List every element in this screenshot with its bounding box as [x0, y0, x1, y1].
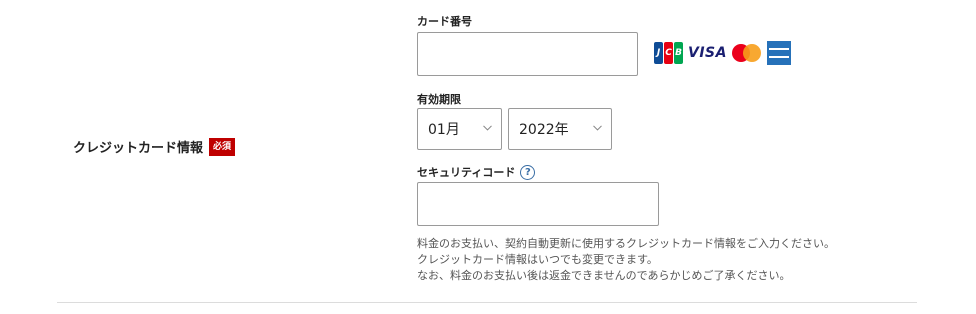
card-number-label-text: カード番号 — [417, 15, 472, 28]
section-label: クレジットカード情報 — [73, 141, 204, 156]
expiry-year-select[interactable]: 2022年 — [508, 108, 612, 150]
security-code-input[interactable] — [417, 182, 659, 226]
required-badge: 必須 — [209, 137, 236, 156]
jcb-letter-j: J — [654, 42, 663, 64]
jcb-logo-icon: J C B — [654, 42, 683, 64]
credit-card-form-row: クレジットカード情報 必須 カード番号 J C B VISA 有効期限 01月 … — [0, 0, 976, 314]
chevron-down-icon — [483, 125, 492, 131]
jcb-letter-b: B — [674, 42, 683, 64]
jcb-letter-c: C — [664, 42, 673, 64]
expiry-year-value: 2022年 — [519, 122, 569, 138]
card-number-input[interactable] — [417, 32, 638, 76]
security-code-label: セキュリティコード ? — [417, 164, 536, 180]
row-label: クレジットカード情報 必須 — [73, 137, 236, 156]
payment-note-line: なお、料金のお支払い後は返金できませんのであらかじめご了承ください。 — [417, 269, 791, 282]
payment-note-line: クレジットカード情報はいつでも変更できます。 — [417, 253, 658, 266]
card-brand-logos: J C B VISA — [654, 41, 791, 65]
help-icon[interactable]: ? — [520, 164, 536, 180]
expiry-month-value: 01月 — [428, 122, 460, 138]
amex-logo-icon — [766, 41, 791, 65]
section-divider — [57, 302, 917, 303]
payment-note-line: 料金のお支払い、契約自動更新に使用するクレジットカード情報をご入力ください。 — [417, 237, 835, 250]
mastercard-logo-icon — [731, 43, 762, 63]
expiry-month-select[interactable]: 01月 — [417, 108, 502, 150]
expiry-label-text: 有効期限 — [417, 93, 461, 106]
card-number-label: カード番号 — [417, 13, 472, 29]
payment-note: 料金のお支払い、契約自動更新に使用するクレジットカード情報をご入力ください。 ク… — [417, 236, 835, 284]
chevron-down-icon — [593, 125, 602, 131]
expiry-label: 有効期限 — [417, 91, 461, 107]
security-code-label-text: セキュリティコード — [417, 166, 516, 179]
visa-logo-icon: VISA — [688, 45, 727, 61]
